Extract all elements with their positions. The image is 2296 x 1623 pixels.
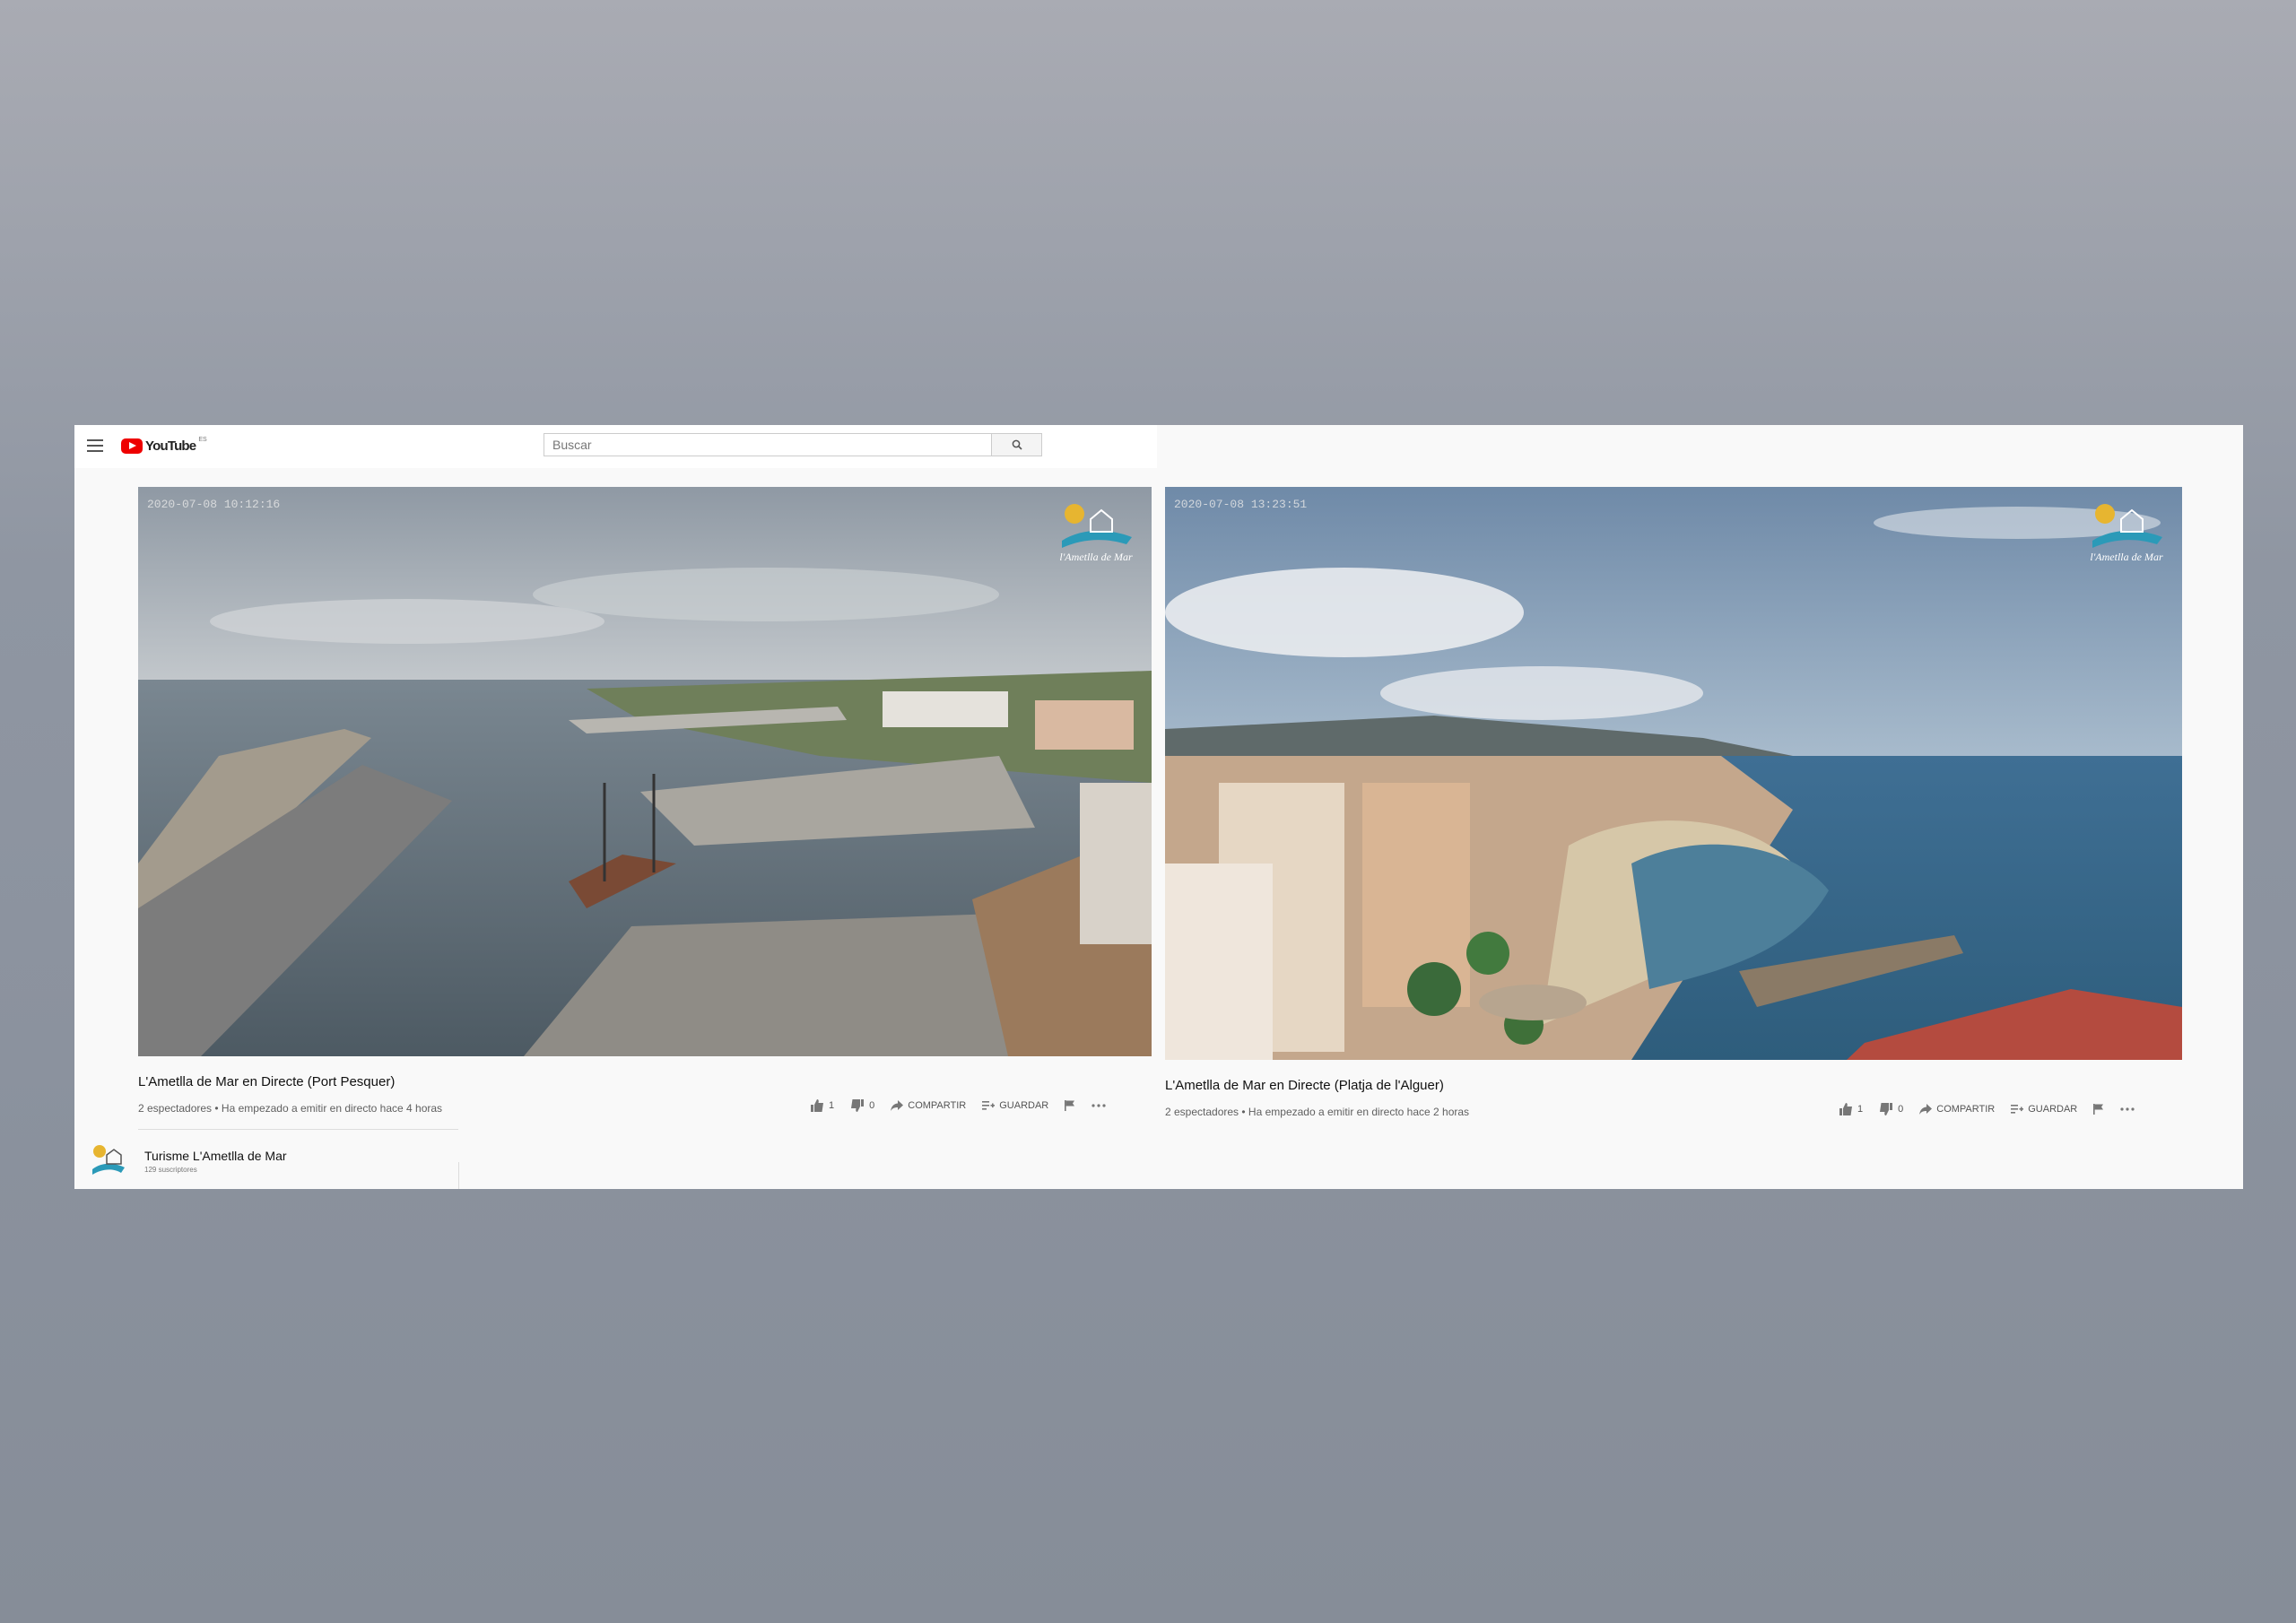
video-player-port-pesquer[interactable]: 2020-07-08 10:12:16 l'Ametlla de Mar — [138, 487, 1152, 1056]
video-timestamp-overlay: 2020-07-08 10:12:16 — [147, 498, 281, 511]
share-label: Compartir — [908, 1100, 967, 1111]
search-button[interactable] — [992, 433, 1042, 456]
dislike-count: 0 — [1898, 1104, 1904, 1115]
more-icon — [2120, 1107, 2135, 1111]
divider — [138, 1129, 458, 1130]
video-title[interactable]: L'Ametlla de Mar en Directe (Port Pesque… — [138, 1074, 395, 1089]
report-button[interactable] — [1065, 1100, 1075, 1111]
channel-avatar[interactable] — [89, 1142, 126, 1180]
region-code: ES — [198, 437, 207, 443]
save-label: Guardar — [2028, 1104, 2078, 1115]
divider — [458, 1162, 459, 1189]
youtube-window: YouTube ES Buscar 2020-07-08 10:12:16 l'… — [74, 425, 2243, 1189]
search-icon — [1012, 439, 1022, 450]
more-button[interactable] — [1091, 1104, 1106, 1107]
flag-icon — [1065, 1100, 1075, 1111]
beach-scene — [1165, 487, 2182, 1060]
ametlla-logo-watermark: l'Ametlla de Mar — [1059, 504, 1133, 563]
dislike-button[interactable]: 0 — [1879, 1103, 1903, 1115]
video-actions: 1 0 Compartir Guardar — [1839, 1103, 2151, 1115]
share-label: Compartir — [1936, 1104, 1996, 1115]
more-icon — [1091, 1104, 1106, 1107]
logo-text: YouTube — [145, 438, 196, 454]
menu-icon[interactable] — [87, 439, 103, 452]
share-icon — [1919, 1104, 1933, 1115]
report-button[interactable] — [2093, 1104, 2104, 1115]
channel-name[interactable]: Turisme L'Ametlla de Mar — [144, 1149, 287, 1163]
save-button[interactable]: Guardar — [982, 1100, 1048, 1111]
video-meta: 2 espectadores • Ha empezado a emitir en… — [1165, 1106, 1470, 1118]
ametlla-logo-watermark: l'Ametlla de Mar — [2090, 504, 2163, 563]
like-button[interactable]: 1 — [1839, 1103, 1863, 1115]
channel-subscribers: 129 suscriptores — [144, 1166, 197, 1174]
video-player-platja-alguer[interactable]: 2020-07-08 13:23:51 l'Ametlla de Mar — [1165, 487, 2182, 1060]
thumbs-up-icon — [811, 1099, 823, 1112]
video-timestamp-overlay: 2020-07-08 13:23:51 — [1174, 498, 1308, 511]
video-meta: 2 espectadores • Ha empezado a emitir en… — [138, 1102, 443, 1115]
search-box — [544, 433, 1042, 456]
share-icon — [891, 1100, 904, 1111]
share-button[interactable]: Compartir — [891, 1100, 966, 1111]
thumbs-down-icon — [851, 1099, 865, 1112]
video-title[interactable]: L'Ametlla de Mar en Directe (Platja de l… — [1165, 1078, 1444, 1093]
like-count: 1 — [1857, 1104, 1864, 1115]
flag-icon — [2093, 1104, 2104, 1115]
share-button[interactable]: Compartir — [1919, 1104, 1995, 1115]
playlist-add-icon — [982, 1101, 996, 1110]
save-label: Guardar — [999, 1100, 1049, 1111]
video-actions: 1 0 Compartir Guardar — [810, 1099, 1122, 1112]
playlist-add-icon — [2011, 1105, 2024, 1114]
masthead: YouTube ES — [74, 425, 1157, 468]
thumbs-down-icon — [1880, 1103, 1893, 1115]
harbor-scene — [138, 487, 1152, 1056]
svg-text:l'Ametlla de Mar: l'Ametlla de Mar — [1059, 551, 1133, 563]
more-button[interactable] — [2120, 1107, 2135, 1111]
dislike-count: 0 — [869, 1100, 875, 1111]
like-count: 1 — [829, 1100, 835, 1111]
youtube-play-icon — [121, 438, 143, 454]
like-button[interactable]: 1 — [810, 1099, 834, 1112]
save-button[interactable]: Guardar — [2011, 1104, 2077, 1115]
dislike-button[interactable]: 0 — [850, 1099, 874, 1112]
svg-text:l'Ametlla de Mar: l'Ametlla de Mar — [2090, 551, 2163, 563]
thumbs-up-icon — [1839, 1103, 1852, 1115]
youtube-logo[interactable]: YouTube ES — [121, 436, 207, 456]
search-input[interactable] — [544, 433, 992, 456]
